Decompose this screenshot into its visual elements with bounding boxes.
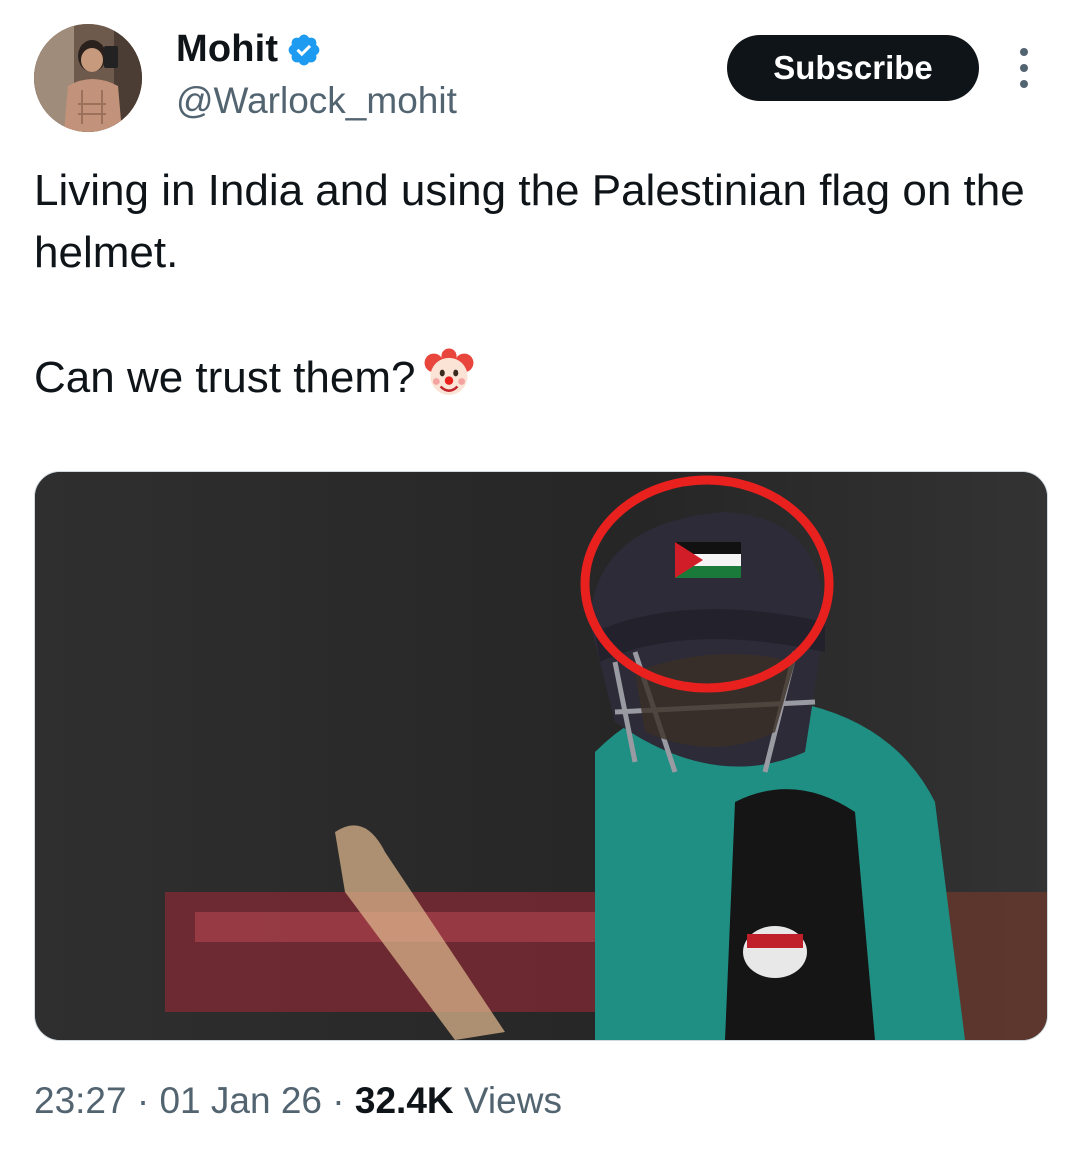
avatar-photo bbox=[34, 24, 142, 132]
cricket-photo bbox=[35, 472, 1047, 1040]
views-count[interactable]: 32.4K bbox=[355, 1080, 454, 1121]
tweet-text: Living in India and using the Palestinia… bbox=[34, 160, 1054, 409]
author-handle[interactable]: @Warlock_mohit bbox=[176, 80, 457, 122]
tweet-date[interactable]: 01 Jan 26 bbox=[159, 1080, 322, 1121]
avatar[interactable] bbox=[34, 24, 142, 132]
more-vertical-icon[interactable] bbox=[1012, 48, 1036, 88]
tweet-time[interactable]: 23:27 bbox=[34, 1080, 127, 1121]
views-label[interactable]: Views bbox=[464, 1080, 562, 1121]
tweet-line-1: Living in India and using the Palestinia… bbox=[34, 166, 1025, 277]
clown-face-emoji bbox=[424, 348, 473, 395]
author-name-row[interactable]: Mohit bbox=[176, 28, 322, 71]
tweet-media[interactable] bbox=[34, 471, 1048, 1041]
palestinian-flag-icon bbox=[675, 542, 741, 578]
tweet-meta: 23:27 · 01 Jan 26 · 32.4K Views bbox=[34, 1080, 562, 1121]
tweet-line-2: Can we trust them? bbox=[34, 346, 1054, 409]
subscribe-button[interactable]: Subscribe bbox=[727, 35, 979, 101]
verified-badge-icon bbox=[288, 34, 320, 65]
display-name[interactable]: Mohit bbox=[176, 28, 278, 71]
